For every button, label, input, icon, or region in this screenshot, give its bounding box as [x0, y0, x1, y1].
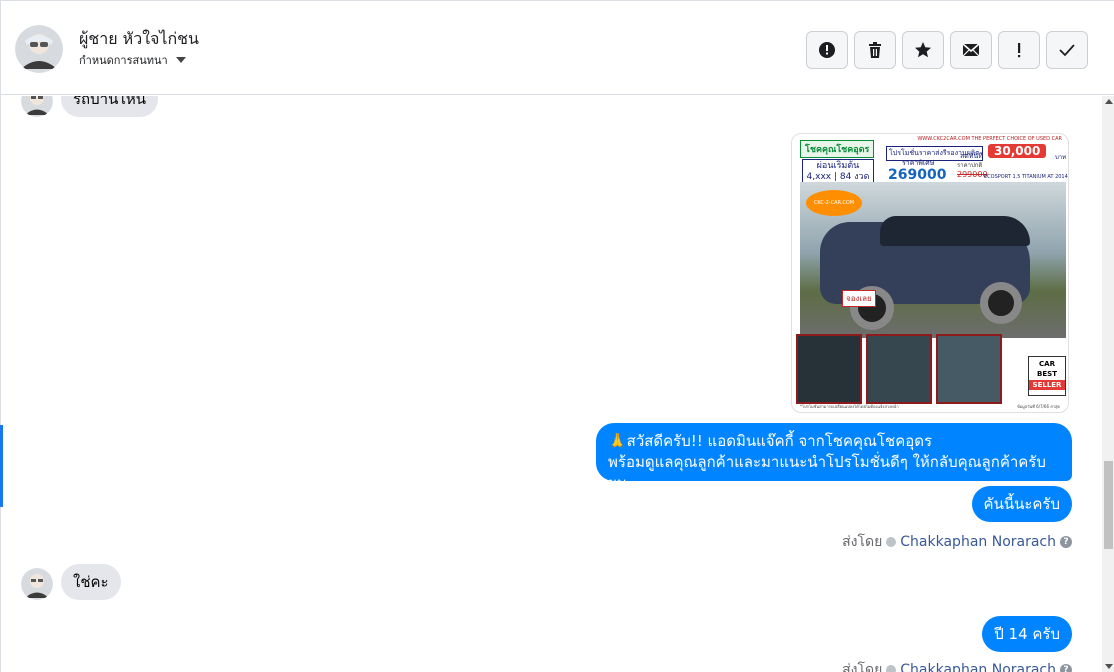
- ad-thumbnail-rear: [866, 334, 932, 404]
- envelope-icon: [962, 43, 980, 57]
- delete-button[interactable]: [854, 31, 896, 69]
- contact-avatar[interactable]: [15, 25, 63, 73]
- help-icon[interactable]: ?: [1060, 536, 1072, 548]
- sent-by-prefix: ส่งโดย: [842, 662, 883, 672]
- sender-name-link[interactable]: Chakkaphan Norarach: [900, 534, 1056, 550]
- ad-badge-seller: SELLER: [1029, 380, 1065, 390]
- vertical-scrollbar[interactable]: [1102, 96, 1114, 672]
- star-button[interactable]: [902, 31, 944, 69]
- ad-thumbnail-interior: [936, 334, 1002, 404]
- conversation-header: ผู้ชาย หัวใจไก่ชน กำหนดการสนทนา: [1, 1, 1114, 95]
- contact-name: ผู้ชาย หัวใจไก่ชน: [79, 29, 199, 48]
- message-line: 🙏สวัสดีครับ!! แอดมินแจ๊คกี้ จากโชคคุณโชค…: [608, 432, 933, 450]
- ad-price: 269000: [888, 167, 947, 183]
- ad-footer-date: ข้อมูลวันที่ 6/7/66 ล่าสุด: [1017, 404, 1060, 409]
- ad-logo: CKC-2-CAR.COM: [806, 190, 862, 216]
- ad-plate: จองเลย: [842, 290, 876, 307]
- ad-installment-label: ผ่อนเริ่มต้น: [816, 161, 860, 171]
- check-icon: [1059, 44, 1075, 57]
- assign-conversation-dropdown[interactable]: กำหนดการสนทนา: [79, 51, 186, 69]
- message-bubble-outgoing[interactable]: 🙏สวัสดีครับ!! แอดมินแจ๊คกี้ จากโชคคุณโชค…: [596, 423, 1072, 492]
- contact-avatar-small: [21, 568, 53, 600]
- ad-installment-box: ผ่อนเริ่มต้น 4,xxx | 84 งวด: [802, 159, 874, 183]
- sender-avatar-icon: [886, 537, 897, 547]
- ad-brand: โชคคุณโชคอุดร: [800, 140, 875, 158]
- ad-old-price: 299000: [957, 170, 988, 179]
- ad-thumbnails: [796, 334, 1002, 404]
- car-advert-image[interactable]: WWW.CKC2CAR.COM THE PERFECT CHOICE OF US…: [791, 133, 1069, 413]
- conversation-actions: [806, 31, 1088, 69]
- sender-avatar-icon: [886, 665, 897, 672]
- ad-top-line: WWW.CKC2CAR.COM THE PERFECT CHOICE OF US…: [917, 136, 1062, 142]
- ad-best-seller-badge: CAR BEST SELLER: [1028, 356, 1066, 396]
- star-icon: [915, 42, 931, 58]
- alert-circle-icon: [819, 42, 835, 58]
- assign-conversation-label: กำหนดการสนทนา: [79, 54, 168, 67]
- scroll-down-arrow-icon[interactable]: [1105, 664, 1113, 669]
- report-spam-button[interactable]: [806, 31, 848, 69]
- car-wheel-rear: [980, 282, 1022, 324]
- message-bubble-incoming[interactable]: ใช่คะ: [61, 564, 121, 600]
- caret-down-icon: [175, 57, 186, 63]
- ad-discount: 30,000: [988, 144, 1047, 158]
- scrollbar-thumb[interactable]: [1104, 461, 1113, 549]
- ad-footer-note: *โปรโมชั่นสามารถเปลี่ยนแปลงได้โดยไม่ต้อง…: [800, 404, 899, 409]
- sender-name-link[interactable]: Chakkaphan Norarach: [900, 662, 1056, 672]
- ad-badge-best: BEST: [1037, 370, 1057, 378]
- exclamation-icon: [1018, 43, 1021, 58]
- mark-unread-button[interactable]: [950, 31, 992, 69]
- message-bubble-incoming[interactable]: รถบ้านไหน: [61, 96, 159, 117]
- trash-icon: [869, 42, 881, 58]
- help-icon[interactable]: ?: [1060, 664, 1072, 672]
- car-window-shape: [880, 216, 1030, 246]
- ad-model: ECOSPORT 1.5 TITANIUM AT 2014: [984, 174, 1068, 180]
- mark-done-button[interactable]: [1046, 31, 1088, 69]
- follow-up-button[interactable]: [998, 31, 1040, 69]
- ad-thumbnail-front: [796, 334, 862, 404]
- message-bubble-outgoing[interactable]: ปี 14 ครับ: [982, 616, 1072, 652]
- ad-badge-car: CAR: [1039, 360, 1055, 368]
- scroll-up-arrow-icon[interactable]: [1105, 99, 1113, 104]
- sent-by-row: ส่งโดย Chakkaphan Norarach ?: [842, 659, 1072, 672]
- contact-avatar-small: [21, 96, 53, 117]
- ad-discount-unit: บาท: [1055, 154, 1067, 161]
- ad-old-price-label: ราคาปกติ: [957, 162, 983, 169]
- message-thread[interactable]: รถบ้านไหน WWW.CKC2CAR.COM THE PERFECT CH…: [1, 96, 1101, 672]
- message-bubble-outgoing[interactable]: คันนี้นะครับ: [971, 486, 1072, 522]
- sent-by-row: ส่งโดย Chakkaphan Norarach ?: [842, 531, 1072, 553]
- sent-by-prefix: ส่งโดย: [842, 534, 883, 550]
- inbox-conversation-window: ผู้ชาย หัวใจไก่ชน กำหนดการสนทนา รถบ้านไห…: [0, 0, 1114, 672]
